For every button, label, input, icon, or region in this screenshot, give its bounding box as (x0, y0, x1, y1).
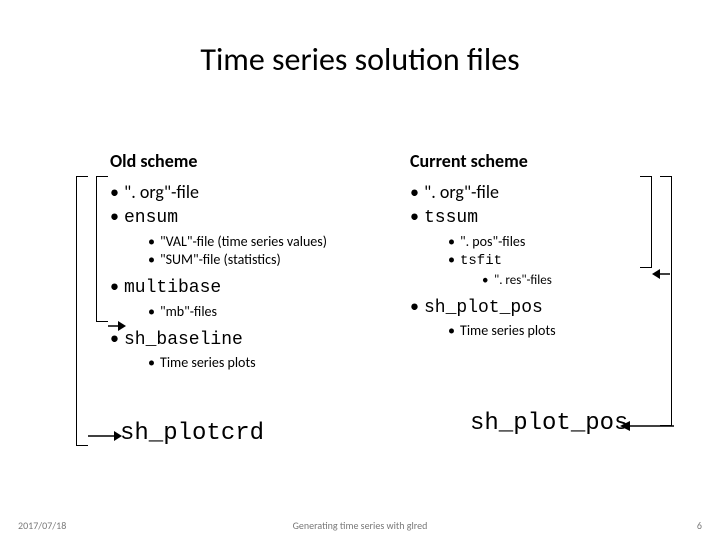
slide: Time series solution files Old scheme ".… (0, 0, 720, 540)
old-scheme-list: ". org"-file ensum "VAL"-file (time seri… (110, 180, 400, 373)
cur-tsfit-label: tsfit (460, 253, 502, 269)
old-mb-files: "mb"-files (148, 303, 400, 322)
old-sum-file: "SUM"-file (statistics) (148, 251, 400, 270)
right-bracket-outer (660, 176, 672, 426)
old-scheme-column: Old scheme ". org"-file ensum "VAL"-file… (110, 150, 400, 377)
old-org-file: ". org"-file (110, 180, 400, 204)
current-scheme-column: Current scheme ". org"-file tssum ". pos… (410, 150, 700, 345)
cur-org-file: ". org"-file (410, 180, 700, 204)
old-ts-plots: Time series plots (148, 354, 400, 373)
old-scheme-heading: Old scheme (110, 150, 400, 172)
left-bracket-outer (76, 176, 88, 446)
cur-tssum-label: tssum (424, 208, 478, 228)
cur-sh-plot-pos-label: sh_plot_pos (424, 298, 543, 318)
cur-sh-plot-pos: sh_plot_pos Time series plots (410, 294, 700, 341)
old-multibase-label: multibase (124, 278, 221, 298)
right-bracket-inner (640, 176, 652, 268)
current-scheme-heading: Current scheme (410, 150, 700, 172)
old-ensum-label: ensum (124, 208, 178, 228)
old-ensum: ensum "VAL"-file (time series values) "S… (110, 204, 400, 270)
old-sh-baseline-label: sh_baseline (124, 330, 243, 350)
old-sh-baseline: sh_baseline Time series plots (110, 326, 400, 373)
old-val-file: "VAL"-file (time series values) (148, 233, 400, 252)
old-multibase: multibase "mb"-files (110, 274, 400, 321)
sh-plotcrd-command: sh_plotcrd (120, 420, 264, 447)
footer-page: 6 (697, 519, 702, 532)
left-bracket-inner (96, 176, 108, 322)
slide-title: Time series solution files (0, 40, 720, 79)
footer-center: Generating time series with glred (0, 519, 720, 532)
sh-plot-pos-command: sh_plot_pos (470, 410, 628, 437)
current-scheme-list: ". org"-file tssum ". pos"-files tsfit "… (410, 180, 700, 341)
